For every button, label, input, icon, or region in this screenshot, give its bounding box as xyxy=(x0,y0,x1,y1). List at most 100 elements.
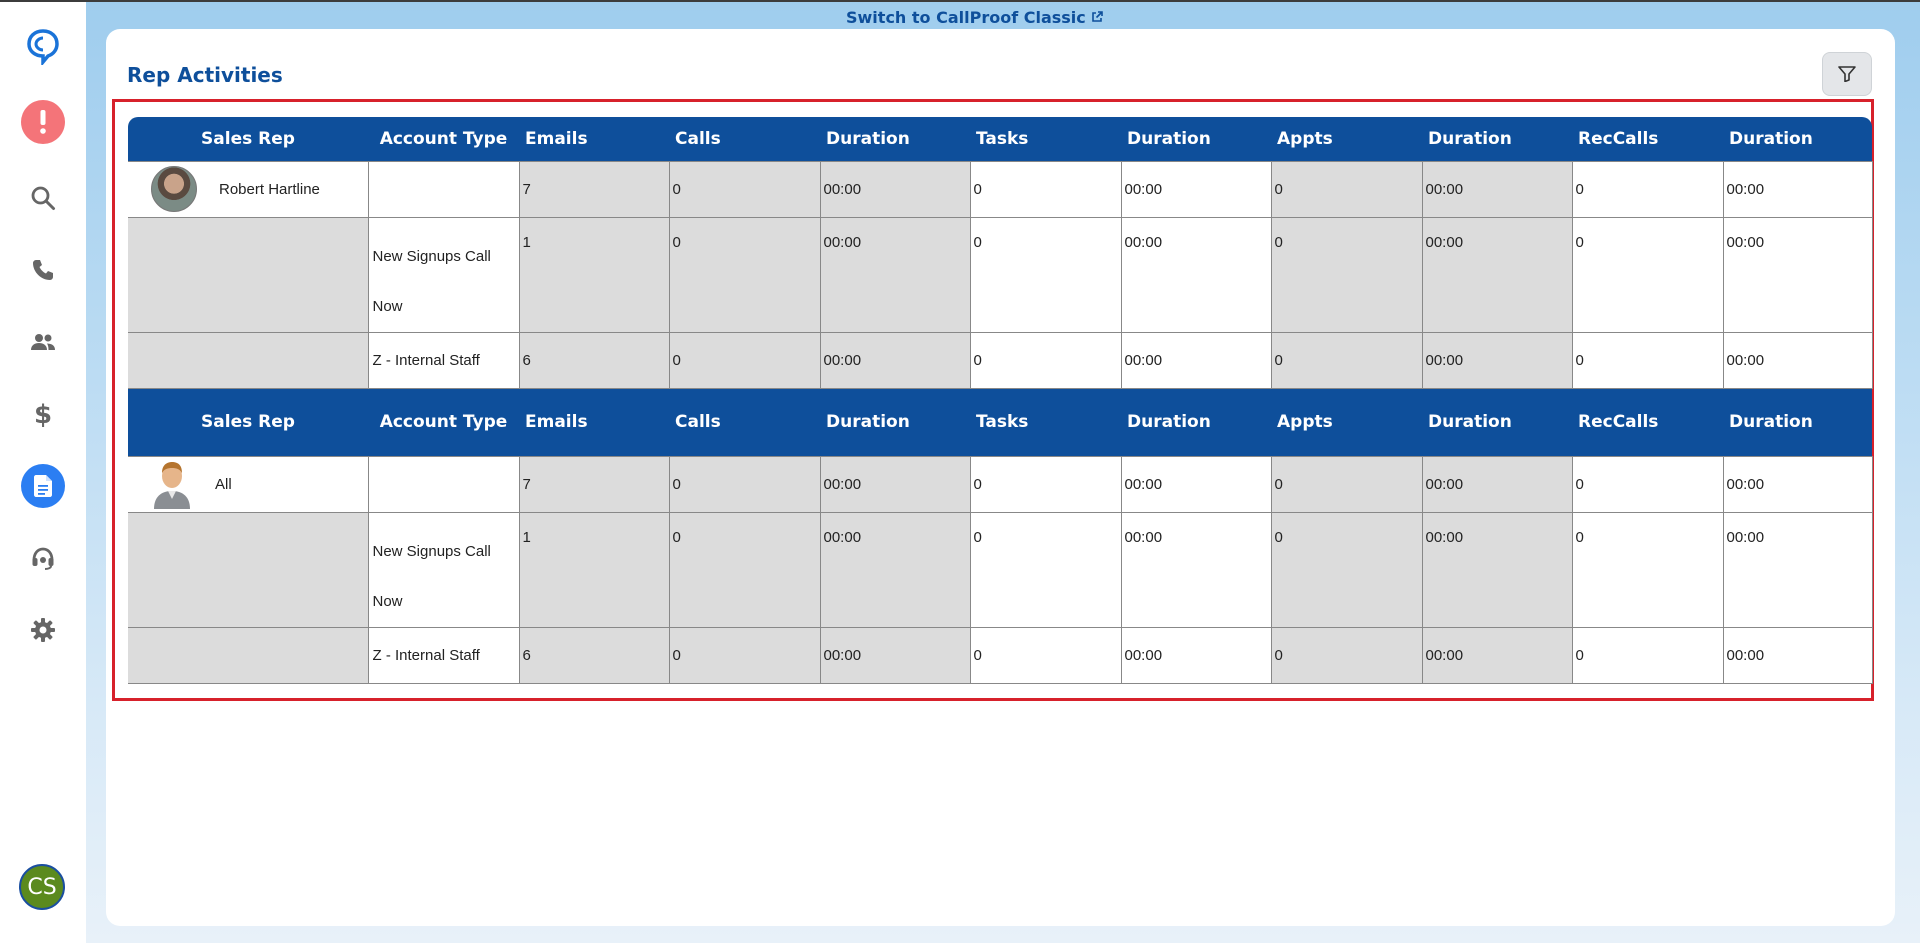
reccalls-duration-cell: 00:00 xyxy=(1722,216,1873,333)
calls-cell: 0 xyxy=(668,511,821,628)
appts-cell: 0 xyxy=(1270,331,1423,389)
emails-cell: 6 xyxy=(518,626,670,684)
external-link-icon xyxy=(1091,11,1103,22)
calls-duration-cell: 00:00 xyxy=(819,331,971,389)
calls-duration-cell: 00:00 xyxy=(819,216,971,333)
header-tasks-duration[interactable]: Duration xyxy=(1121,388,1271,456)
header-tasks[interactable]: Tasks xyxy=(970,388,1121,456)
tasks-duration-cell: 00:00 xyxy=(1120,160,1272,218)
calls-duration-cell: 00:00 xyxy=(819,511,971,628)
table-header-row: Sales Rep Account Type Emails Calls Dura… xyxy=(128,117,1872,161)
header-account-type[interactable]: Account Type xyxy=(368,117,519,161)
account-type-cell: New Signups Call Now xyxy=(367,511,520,628)
appts-cell: 0 xyxy=(1270,455,1423,513)
account-type-cell: Z - Internal Staff xyxy=(367,626,520,684)
appts-duration-cell: 00:00 xyxy=(1421,216,1573,333)
appts-duration-cell: 00:00 xyxy=(1421,455,1573,513)
dollar-icon[interactable]: $ xyxy=(21,392,65,436)
switch-classic-label: Switch to CallProof Classic xyxy=(846,7,1086,27)
header-reccalls-duration[interactable]: Duration xyxy=(1723,117,1872,161)
header-appts[interactable]: Appts xyxy=(1271,117,1422,161)
appts-cell: 0 xyxy=(1270,511,1423,628)
reccalls-cell: 0 xyxy=(1571,216,1724,333)
account-type-cell xyxy=(367,455,520,513)
phone-icon[interactable] xyxy=(21,248,65,292)
header-calls-duration[interactable]: Duration xyxy=(820,117,970,161)
reccalls-duration-cell: 00:00 xyxy=(1722,331,1873,389)
svg-text:$: $ xyxy=(34,400,52,428)
calls-cell: 0 xyxy=(668,160,821,218)
header-tasks-duration[interactable]: Duration xyxy=(1121,117,1271,161)
table-row: All 7 0 00:00 0 00:00 0 00:00 0 00:00 xyxy=(128,455,1873,513)
calls-cell: 0 xyxy=(668,455,821,513)
switch-classic-link[interactable]: Switch to CallProof Classic xyxy=(846,6,1103,28)
header-sales-rep[interactable]: Sales Rep xyxy=(128,117,368,161)
appts-cell: 0 xyxy=(1270,626,1423,684)
document-icon[interactable] xyxy=(21,464,65,508)
emails-cell: 7 xyxy=(518,160,670,218)
tasks-duration-cell: 00:00 xyxy=(1120,455,1272,513)
sidebar: $ CS xyxy=(0,2,86,943)
header-appts-duration[interactable]: Duration xyxy=(1422,117,1572,161)
table-header-row: Sales Rep Account Type Emails Calls Dura… xyxy=(128,388,1872,456)
rep-activities-table: Sales Rep Account Type Emails Calls Dura… xyxy=(128,117,1873,684)
appts-duration-cell: 00:00 xyxy=(1421,626,1573,684)
table-row: Z - Internal Staff 6 0 00:00 0 00:00 0 0… xyxy=(128,626,1873,684)
filter-icon xyxy=(1838,66,1856,82)
sales-rep-cell xyxy=(128,216,369,333)
rep-photo-avatar xyxy=(151,166,197,212)
sales-rep-cell xyxy=(128,626,369,684)
search-icon[interactable] xyxy=(21,176,65,220)
sales-rep-cell xyxy=(128,511,369,628)
header-reccalls-duration[interactable]: Duration xyxy=(1723,388,1872,456)
reccalls-cell: 0 xyxy=(1571,626,1724,684)
header-calls[interactable]: Calls xyxy=(669,117,820,161)
gear-icon[interactable] xyxy=(21,608,65,652)
calls-cell: 0 xyxy=(668,626,821,684)
header-appts-duration[interactable]: Duration xyxy=(1422,388,1572,456)
header-sales-rep[interactable]: Sales Rep xyxy=(128,388,368,456)
table-row: New Signups Call Now 1 0 00:00 0 00:00 0… xyxy=(128,511,1873,628)
appts-cell: 0 xyxy=(1270,160,1423,218)
reccalls-cell: 0 xyxy=(1571,160,1724,218)
tasks-duration-cell: 00:00 xyxy=(1120,216,1272,333)
header-reccalls[interactable]: RecCalls xyxy=(1572,388,1723,456)
header-appts[interactable]: Appts xyxy=(1271,388,1422,456)
page-title: Rep Activities xyxy=(127,63,283,87)
reccalls-duration-cell: 00:00 xyxy=(1722,626,1873,684)
emails-cell: 6 xyxy=(518,331,670,389)
table-row: Robert Hartline 7 0 00:00 0 00:00 0 00:0… xyxy=(128,160,1873,218)
sales-rep-name: Robert Hartline xyxy=(219,180,320,198)
alert-icon[interactable] xyxy=(21,100,65,144)
calls-duration-cell: 00:00 xyxy=(819,160,971,218)
headset-icon[interactable] xyxy=(21,536,65,580)
tasks-cell: 0 xyxy=(969,216,1122,333)
sales-rep-cell[interactable]: All xyxy=(128,455,369,513)
filter-button[interactable] xyxy=(1822,52,1872,96)
table-row: Z - Internal Staff 6 0 00:00 0 00:00 0 0… xyxy=(128,331,1873,389)
people-icon[interactable] xyxy=(21,320,65,364)
user-avatar[interactable]: CS xyxy=(19,864,65,910)
calls-cell: 0 xyxy=(668,331,821,389)
header-emails[interactable]: Emails xyxy=(519,117,669,161)
reccalls-duration-cell: 00:00 xyxy=(1722,511,1873,628)
header-calls-duration[interactable]: Duration xyxy=(820,388,970,456)
header-account-type[interactable]: Account Type xyxy=(368,388,519,456)
tasks-duration-cell: 00:00 xyxy=(1120,626,1272,684)
header-emails[interactable]: Emails xyxy=(519,388,669,456)
tasks-cell: 0 xyxy=(969,511,1122,628)
reccalls-cell: 0 xyxy=(1571,511,1724,628)
header-reccalls[interactable]: RecCalls xyxy=(1572,117,1723,161)
header-tasks[interactable]: Tasks xyxy=(970,117,1121,161)
callproof-logo-icon[interactable] xyxy=(21,24,65,68)
rep-activities-table-wrap: Sales Rep Account Type Emails Calls Dura… xyxy=(128,117,1873,684)
appts-duration-cell: 00:00 xyxy=(1421,331,1573,389)
sales-rep-cell[interactable]: Robert Hartline xyxy=(128,160,369,218)
header-calls[interactable]: Calls xyxy=(669,388,820,456)
account-type-cell: Z - Internal Staff xyxy=(367,331,520,389)
tasks-duration-cell: 00:00 xyxy=(1120,331,1272,389)
calls-cell: 0 xyxy=(668,216,821,333)
table-row: New Signups Call Now 1 0 00:00 0 00:00 0… xyxy=(128,216,1873,333)
account-type-cell: New Signups Call Now xyxy=(367,216,520,333)
tasks-cell: 0 xyxy=(969,455,1122,513)
